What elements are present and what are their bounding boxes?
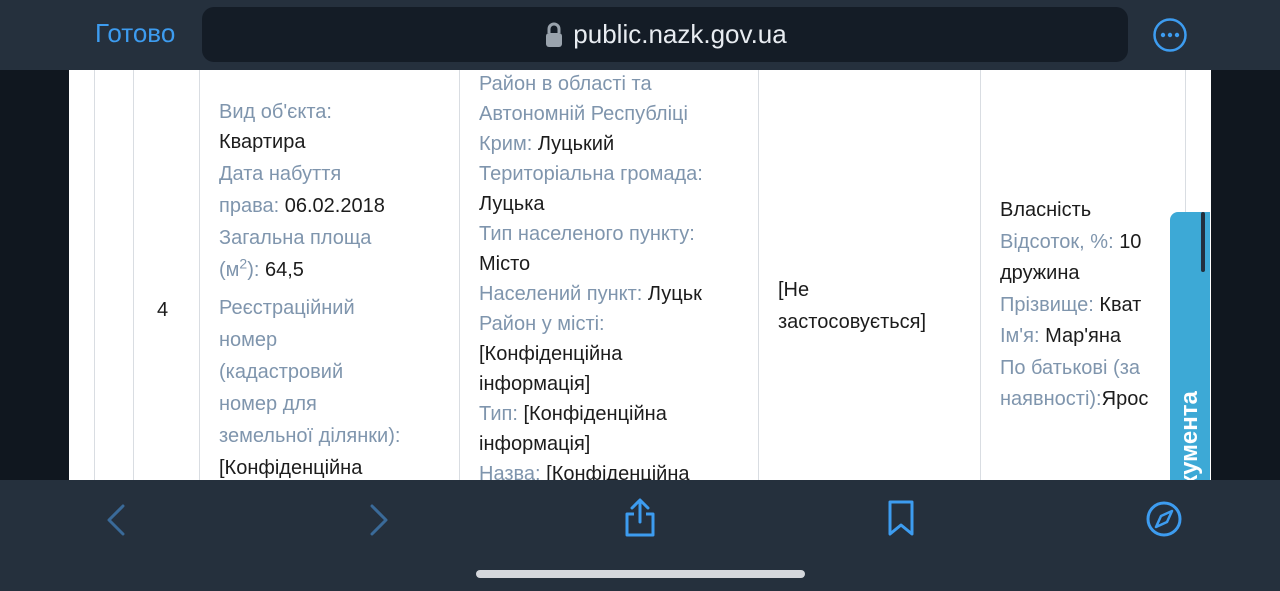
scroll-indicator: [1201, 212, 1205, 272]
declaration-table: 4 Вид об'єкта: Квартира Дата набуття пра…: [69, 70, 1211, 480]
not-applicable-cell: [Не застосовується]: [778, 279, 927, 333]
ownership-cell: Власність Відсоток, %: 10 дружина Прізви…: [1000, 199, 1149, 410]
url-text: public.nazk.gov.ua: [573, 19, 787, 49]
back-arrow-icon[interactable]: [99, 502, 135, 538]
table-border: [459, 70, 460, 480]
home-indicator: [476, 570, 805, 578]
location-cell: Район в області та Автономній Республіці…: [479, 73, 703, 480]
browser-bottom-bar: [0, 480, 1280, 591]
lock-icon: [546, 22, 563, 47]
table-border: [980, 70, 981, 480]
table-border: [94, 70, 95, 480]
page-margin-right: [1211, 70, 1280, 480]
share-icon[interactable]: [621, 498, 659, 538]
row-number: 4: [157, 299, 169, 321]
object-cell: Вид об'єкта: Квартира Дата набуття права…: [219, 101, 401, 479]
done-button[interactable]: Готово: [95, 18, 175, 49]
document-contents-tab[interactable]: Зміст документа: [1170, 212, 1210, 480]
address-bar[interactable]: public.nazk.gov.ua: [202, 7, 1128, 62]
more-options-icon[interactable]: [1152, 17, 1188, 53]
forward-arrow-icon[interactable]: [360, 502, 396, 538]
table-border: [758, 70, 759, 480]
table-border: [199, 70, 200, 480]
document-contents-label: Зміст документа: [1176, 348, 1204, 480]
browser-top-bar: Готово public.nazk.gov.ua: [0, 0, 1280, 70]
table-border: [133, 70, 134, 480]
page-margin-left: [0, 70, 69, 480]
compass-icon[interactable]: [1145, 500, 1183, 538]
bookmarks-icon[interactable]: [884, 499, 918, 537]
